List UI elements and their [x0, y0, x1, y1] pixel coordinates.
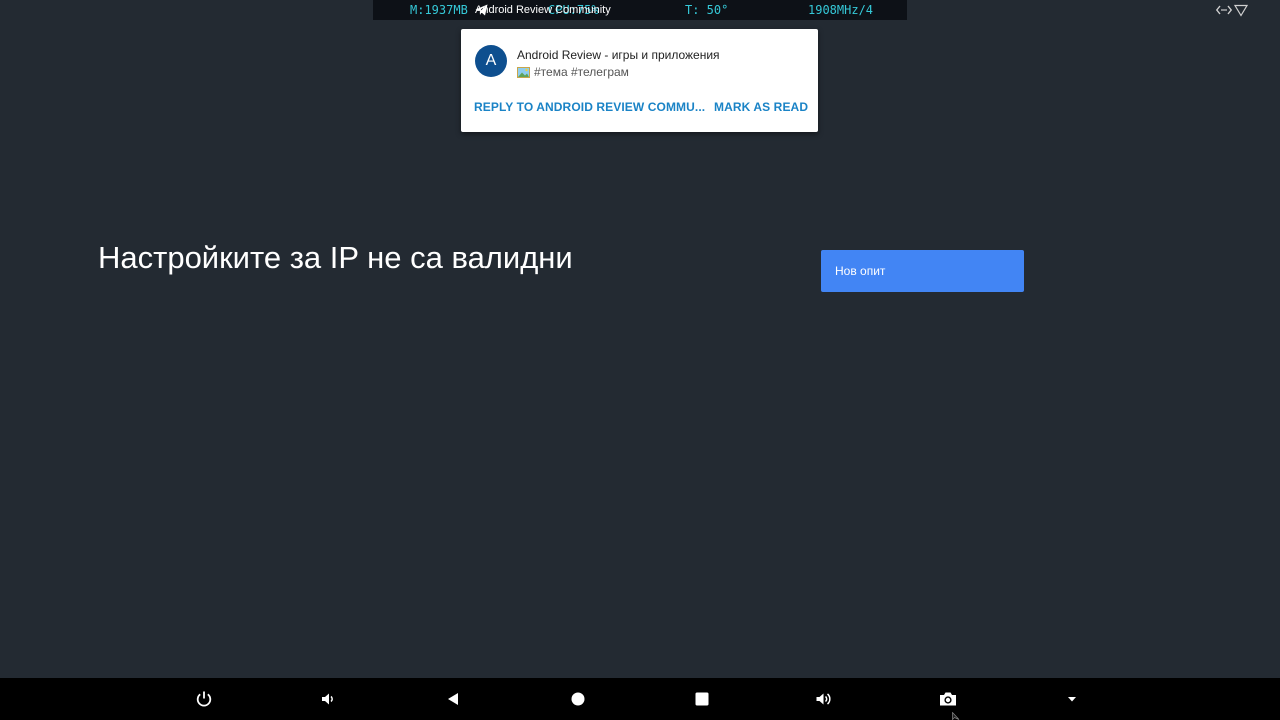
screen: M:1937MB CPU:75% T: 50° 1908MHz/4 Androi… — [0, 0, 1280, 720]
notification-card[interactable]: A Android Review - игры и приложения #те… — [461, 29, 818, 132]
mark-as-read-button[interactable]: MARK AS READ — [714, 100, 808, 114]
image-icon — [517, 66, 530, 78]
notification-text: #тема #телеграм — [534, 65, 629, 79]
notification-title: Android Review - игры и приложения — [517, 48, 720, 62]
wifi-icon — [1234, 4, 1248, 17]
notification-body: #тема #телеграм — [517, 65, 629, 79]
memory-stat: M:1937MB — [410, 3, 468, 17]
temperature-stat: T: 50° — [685, 3, 729, 17]
power-icon — [196, 691, 212, 707]
navigation-bar — [0, 678, 1280, 720]
expand-button[interactable] — [1060, 687, 1084, 711]
ticker-text: Android Review Community — [475, 4, 611, 16]
home-icon — [571, 692, 585, 706]
back-icon — [448, 693, 458, 705]
camera-icon — [940, 692, 956, 706]
recents-icon — [695, 692, 709, 706]
volume-up-icon — [816, 693, 831, 705]
back-button[interactable] — [441, 687, 465, 711]
retry-button[interactable]: Нов опит — [821, 250, 1024, 292]
home-button[interactable] — [566, 687, 590, 711]
volume-down-button[interactable] — [316, 687, 340, 711]
volume-up-button[interactable] — [812, 687, 836, 711]
avatar: A — [475, 45, 507, 77]
status-icons — [1216, 3, 1248, 17]
ethernet-icon — [1216, 5, 1232, 15]
volume-down-icon — [322, 693, 333, 705]
stats-overlay: M:1937MB CPU:75% T: 50° 1908MHz/4 Androi… — [373, 0, 907, 20]
notification-ticker: Android Review Community — [475, 0, 611, 20]
frequency-stat: 1908MHz/4 — [808, 3, 874, 17]
dropdown-icon — [1068, 697, 1076, 702]
mouse-cursor-icon — [952, 712, 960, 720]
recents-button[interactable] — [690, 687, 714, 711]
power-button[interactable] — [192, 687, 216, 711]
page-title: Настройките за IP не са валидни — [98, 240, 573, 275]
reply-button[interactable]: REPLY TO ANDROID REVIEW COMMU... — [474, 100, 705, 114]
screenshot-button[interactable] — [936, 687, 960, 711]
